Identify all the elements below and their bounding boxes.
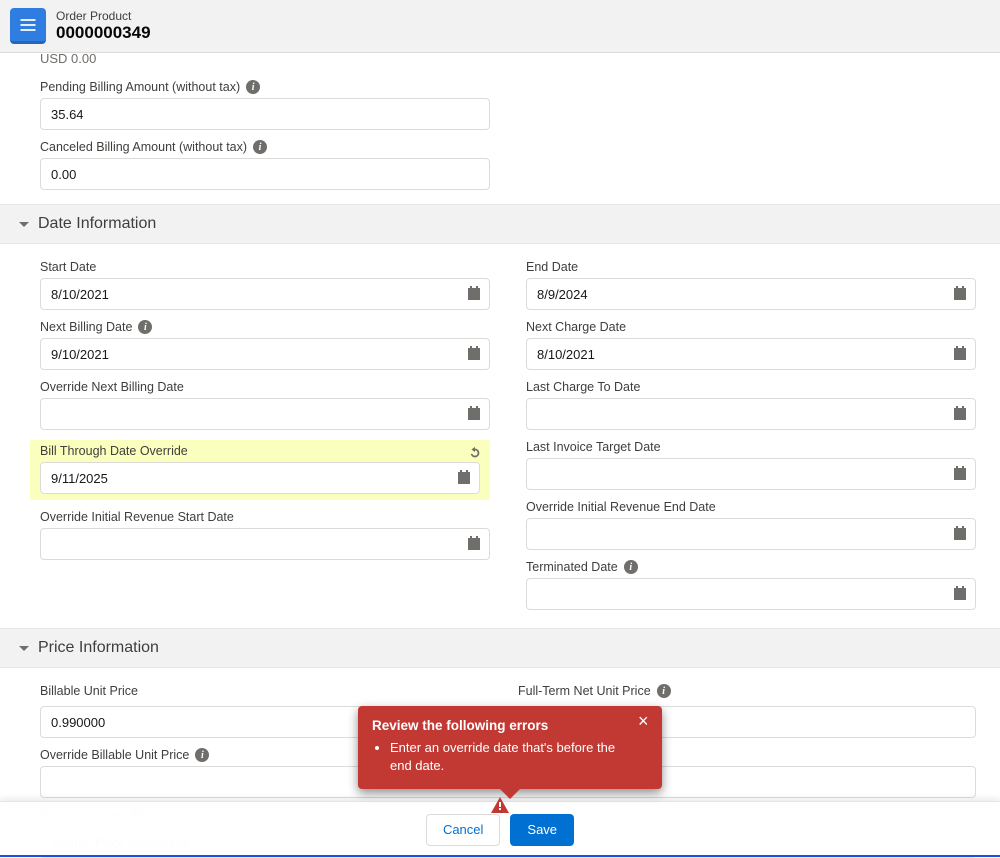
- error-title: Review the following errors: [372, 718, 628, 733]
- last-invoice-target-date-label: Last Invoice Target Date: [526, 440, 661, 454]
- chevron-down-icon: [18, 642, 30, 654]
- field-override-initial-rev-end: Override Initial Revenue End Date: [526, 500, 976, 550]
- info-icon[interactable]: i: [253, 140, 267, 154]
- calendar-icon[interactable]: [952, 466, 968, 482]
- section-date-information[interactable]: Date Information: [0, 204, 1000, 244]
- next-billing-date-input[interactable]: [40, 338, 490, 370]
- field-override-next-billing-date: Override Next Billing Date: [40, 380, 490, 430]
- start-date-label: Start Date: [40, 260, 96, 274]
- info-icon[interactable]: i: [624, 560, 638, 574]
- override-initial-rev-start-label: Override Initial Revenue Start Date: [40, 510, 234, 524]
- canceled-billing-amount-input[interactable]: [40, 158, 490, 190]
- record-header: Order Product 0000000349: [0, 0, 1000, 53]
- calendar-icon[interactable]: [466, 536, 482, 552]
- section-price-information[interactable]: Price Information: [0, 628, 1000, 668]
- calendar-icon[interactable]: [952, 526, 968, 542]
- cancel-button[interactable]: Cancel: [426, 814, 500, 846]
- field-last-invoice-target-date: Last Invoice Target Date: [526, 440, 976, 490]
- billable-unit-price-label: Billable Unit Price: [40, 684, 138, 698]
- chevron-down-icon: [18, 218, 30, 230]
- terminated-date-label: Terminated Date: [526, 560, 618, 574]
- field-full-term-net-unit-price: Full-Term Net Unit Price i: [518, 684, 960, 698]
- override-billable-unit-price-label: Override Billable Unit Price: [40, 748, 189, 762]
- full-term-net-unit-price-label: Full-Term Net Unit Price: [518, 684, 651, 698]
- bill-through-date-override-input[interactable]: [40, 462, 480, 494]
- info-icon[interactable]: i: [138, 320, 152, 334]
- next-charge-date-input[interactable]: [526, 338, 976, 370]
- calendar-icon[interactable]: [466, 406, 482, 422]
- next-charge-date-label: Next Charge Date: [526, 320, 626, 334]
- terminated-date-input[interactable]: [526, 578, 976, 610]
- last-charge-to-date-input[interactable]: [526, 398, 976, 430]
- field-override-initial-rev-start: Override Initial Revenue Start Date: [40, 510, 490, 560]
- info-icon[interactable]: i: [657, 684, 671, 698]
- error-popover: × Review the following errors Enter an o…: [358, 706, 662, 789]
- close-icon[interactable]: ×: [638, 714, 652, 728]
- order-product-icon: [10, 8, 46, 44]
- override-next-billing-date-label: Override Next Billing Date: [40, 380, 184, 394]
- info-icon[interactable]: i: [195, 748, 209, 762]
- warning-triangle-icon: [491, 797, 509, 813]
- field-end-date: End Date: [526, 260, 976, 310]
- save-button[interactable]: Save: [510, 814, 574, 846]
- record-type-label: Order Product: [56, 9, 151, 23]
- field-bill-through-date-override: Bill Through Date Override: [30, 440, 490, 500]
- field-pending-billing-amount: Pending Billing Amount (without tax) i: [40, 80, 960, 130]
- record-number: 0000000349: [56, 23, 151, 43]
- last-charge-to-date-label: Last Charge To Date: [526, 380, 640, 394]
- next-billing-date-label: Next Billing Date: [40, 320, 132, 334]
- field-billable-unit-price: Billable Unit Price: [40, 684, 482, 698]
- override-initial-rev-end-input[interactable]: [526, 518, 976, 550]
- override-next-billing-date-input[interactable]: [40, 398, 490, 430]
- section-date-information-title: Date Information: [38, 215, 156, 233]
- field-canceled-billing-amount: Canceled Billing Amount (without tax) i: [40, 140, 960, 190]
- override-initial-rev-end-label: Override Initial Revenue End Date: [526, 500, 716, 514]
- calendar-icon[interactable]: [466, 286, 482, 302]
- field-start-date: Start Date: [40, 260, 490, 310]
- end-date-label: End Date: [526, 260, 578, 274]
- end-date-input[interactable]: [526, 278, 976, 310]
- calendar-icon[interactable]: [466, 346, 482, 362]
- info-icon[interactable]: i: [246, 80, 260, 94]
- section-price-information-title: Price Information: [38, 639, 159, 657]
- field-terminated-date: Terminated Date i: [526, 560, 976, 610]
- calendar-icon[interactable]: [952, 586, 968, 602]
- calendar-icon[interactable]: [952, 346, 968, 362]
- start-date-input[interactable]: [40, 278, 490, 310]
- field-next-charge-date: Next Charge Date: [526, 320, 976, 370]
- calendar-icon[interactable]: [456, 470, 472, 486]
- prev-field-partial: USD 0.00: [0, 51, 1000, 66]
- error-item: Enter an override date that's before the…: [390, 739, 628, 775]
- calendar-icon[interactable]: [952, 406, 968, 422]
- field-last-charge-to-date: Last Charge To Date: [526, 380, 976, 430]
- last-invoice-target-date-input[interactable]: [526, 458, 976, 490]
- override-initial-rev-start-input[interactable]: [40, 528, 490, 560]
- canceled-billing-amount-label: Canceled Billing Amount (without tax): [40, 140, 247, 154]
- calendar-icon[interactable]: [952, 286, 968, 302]
- bill-through-date-override-label: Bill Through Date Override: [40, 444, 188, 458]
- pending-billing-amount-label: Pending Billing Amount (without tax): [40, 80, 240, 94]
- undo-icon[interactable]: [468, 446, 482, 460]
- pending-billing-amount-input[interactable]: [40, 98, 490, 130]
- field-next-billing-date: Next Billing Date i: [40, 320, 490, 370]
